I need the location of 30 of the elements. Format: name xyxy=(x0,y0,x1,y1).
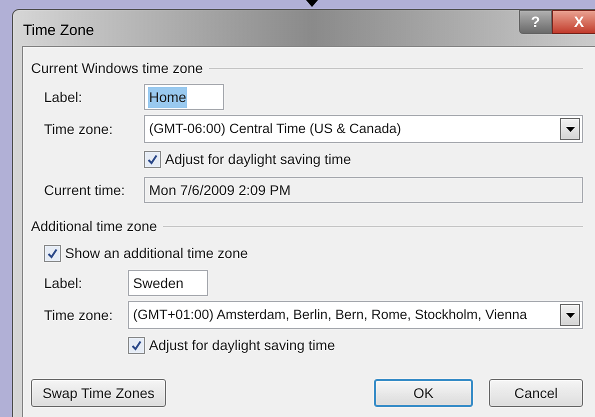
time-zone-dropdown[interactable]: (GMT-06:00) Central Time (US & Canada) xyxy=(144,115,583,143)
field-label: Time zone: xyxy=(44,120,114,138)
checkbox-label: Adjust for daylight saving time xyxy=(165,150,351,169)
field-label: Label: xyxy=(44,274,84,292)
checkbox[interactable] xyxy=(44,244,61,262)
checkbox[interactable] xyxy=(144,150,161,168)
field-value: Mon 7/6/2009 2:09 PM xyxy=(149,180,291,200)
check-icon xyxy=(47,248,58,258)
field-value: Sweden xyxy=(132,274,185,292)
dialog-button[interactable]: OK xyxy=(374,379,473,407)
field-value: Home xyxy=(148,86,188,108)
section-heading: Additional time zone xyxy=(31,216,158,236)
window-title: Time Zone xyxy=(23,21,94,41)
pointer-icon xyxy=(306,0,318,7)
check-icon xyxy=(131,340,142,350)
section-heading: Current Windows time zone xyxy=(31,58,203,78)
dropdown-value: (GMT-06:00) Central Time (US & Canada) xyxy=(149,120,402,138)
dialog-button[interactable]: Swap Time Zones xyxy=(31,379,166,407)
checkbox-label: Adjust for daylight saving time xyxy=(149,336,335,355)
time-zone-dropdown[interactable]: (GMT+01:00) Amsterdam, Berlin, Bern, Rome, Stockholm, Vienna xyxy=(128,301,583,329)
checkbox-label: Show an additional time zone xyxy=(65,244,248,262)
check-icon xyxy=(147,154,158,164)
label-field[interactable]: Sweden xyxy=(128,270,208,296)
dropdown-value: (GMT+01:00) Amsterdam, Berlin, Bern, Rome, Stockholm, Vienna xyxy=(133,306,528,324)
field-label: Label: xyxy=(44,88,84,106)
label-field[interactable]: Home xyxy=(144,84,224,110)
field-label: Current time: xyxy=(44,180,126,200)
checkbox[interactable] xyxy=(128,336,145,354)
field-label: Time zone: xyxy=(44,306,114,324)
dialog-button[interactable]: Cancel xyxy=(489,379,583,407)
